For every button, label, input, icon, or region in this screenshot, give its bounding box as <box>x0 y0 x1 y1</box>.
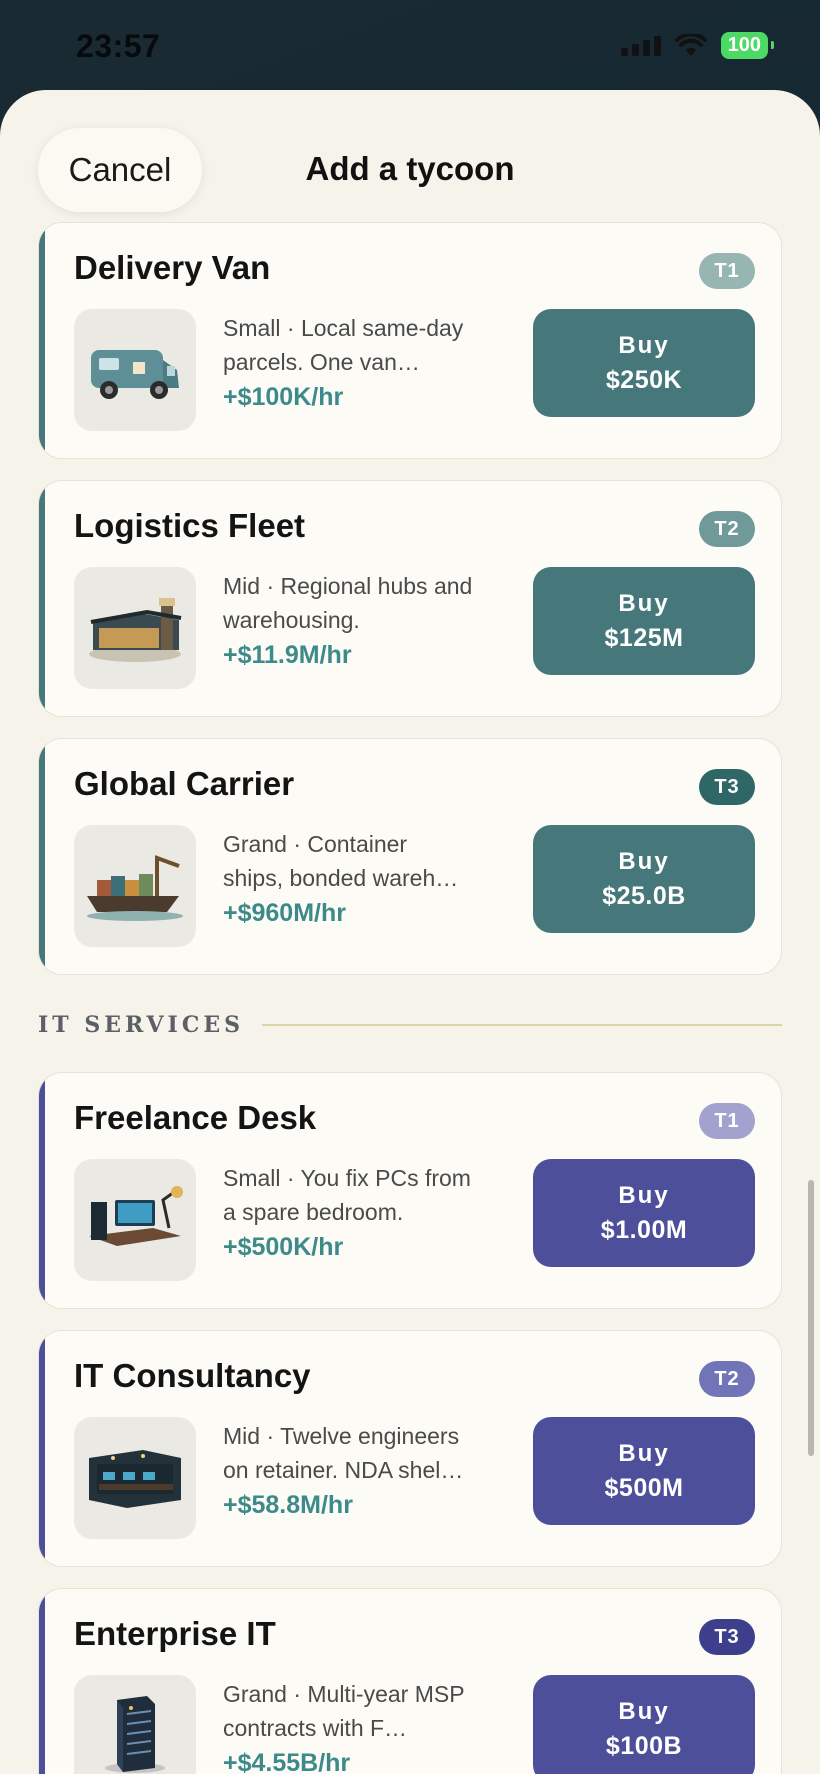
tycoon-name: IT Consultancy <box>74 1357 311 1394</box>
buy-label: Buy <box>618 1439 670 1467</box>
tycoon-name: Freelance Desk <box>74 1099 317 1136</box>
income-rate: +$500K/hr <box>223 1233 344 1261</box>
scrollbar[interactable] <box>808 1180 814 1456</box>
section-divider <box>262 1024 782 1026</box>
tycoon-name: Enterprise IT <box>74 1615 276 1652</box>
tycoon-description: Small · Local same-day parcels. One van… <box>223 315 464 375</box>
buy-price: $25.0B <box>602 881 686 910</box>
status-indicators: 100 <box>620 32 775 59</box>
income-rate: +$58.8M/hr <box>223 1491 353 1519</box>
tycoon-description: Small · You fix PCs from a spare bedroom… <box>223 1165 471 1225</box>
delivery-van-icon <box>74 309 196 431</box>
container-ship-icon <box>74 825 196 947</box>
income-rate: +$100K/hr <box>223 383 344 411</box>
server-tower-icon <box>74 1675 196 1774</box>
section-header: IT SERVICES <box>38 992 782 1058</box>
income-rate: +$11.9M/hr <box>223 641 352 669</box>
desk-computer-icon <box>74 1159 196 1281</box>
buy-price: $1.00M <box>600 1215 688 1244</box>
buy-button[interactable]: Buy $125M <box>533 567 755 675</box>
battery-indicator: 100 <box>720 32 775 59</box>
tycoon-name: Delivery Van <box>74 249 271 286</box>
tycoon-name: Global Carrier <box>74 765 295 802</box>
tycoon-card: Logistics Fleet T2 Mid · Regional hubs a… <box>38 480 782 717</box>
tycoon-card: Global Carrier T3 Grand · Container ship… <box>38 738 782 975</box>
tycoon-card: IT Consultancy T2 Mid · Twelve engineers… <box>38 1330 782 1567</box>
buy-button[interactable]: Buy $1.00M <box>533 1159 755 1267</box>
income-rate: +$4.55B/hr <box>223 1749 351 1774</box>
tier-badge: T3 <box>699 769 755 805</box>
buy-price: $125M <box>604 623 684 652</box>
tycoon-list: Delivery Van T1 Small · Local same-day p… <box>38 222 782 1774</box>
tier-badge: T1 <box>699 1103 755 1139</box>
tycoon-name: Logistics Fleet <box>74 507 306 544</box>
tycoon-card: Enterprise IT T3 Grand · Multi-year MSP … <box>38 1588 782 1774</box>
warehouse-icon <box>74 567 196 689</box>
tycoon-description: Mid · Twelve engineers on retainer. NDA … <box>223 1423 464 1483</box>
status-bar: 23:57 100 <box>0 0 820 90</box>
buy-label: Buy <box>618 589 670 617</box>
tycoon-description: Grand · Multi-year MSP contracts with F… <box>223 1681 465 1741</box>
sheet-title: Add a tycoon <box>305 150 515 187</box>
income-rate: +$960M/hr <box>223 899 346 927</box>
cellular-signal-icon <box>620 35 661 56</box>
buy-price: $100B <box>605 1731 683 1760</box>
buy-button[interactable]: Buy $500M <box>533 1417 755 1525</box>
buy-button[interactable]: Buy $25.0B <box>533 825 755 933</box>
buy-price: $250K <box>605 365 683 394</box>
tier-badge: T1 <box>699 253 755 289</box>
tier-badge: T2 <box>699 511 755 547</box>
sheet-header: Cancel Add a tycoon <box>0 90 820 230</box>
tycoon-description: Grand · Container ships, bonded wareh… <box>223 831 459 891</box>
buy-price: $500M <box>604 1473 684 1502</box>
tycoon-card: Freelance Desk T1 Small · You fix PCs fr… <box>38 1072 782 1309</box>
buy-label: Buy <box>618 1697 670 1725</box>
tier-badge: T2 <box>699 1361 755 1397</box>
buy-label: Buy <box>618 847 670 875</box>
tycoon-description: Mid · Regional hubs and warehousing. <box>223 573 473 633</box>
tier-badge: T3 <box>699 1619 755 1655</box>
status-time: 23:57 <box>76 28 161 64</box>
tycoon-card: Delivery Van T1 Small · Local same-day p… <box>38 222 782 459</box>
buy-label: Buy <box>618 331 670 359</box>
buy-button[interactable]: Buy $100B <box>533 1675 755 1774</box>
section-title: IT SERVICES <box>38 1012 245 1038</box>
office-icon <box>74 1417 196 1539</box>
buy-label: Buy <box>618 1181 670 1209</box>
buy-button[interactable]: Buy $250K <box>533 309 755 417</box>
wifi-icon <box>674 33 707 56</box>
add-tycoon-sheet: Cancel Add a tycoon Delivery Van T1 Smal… <box>0 90 820 1774</box>
